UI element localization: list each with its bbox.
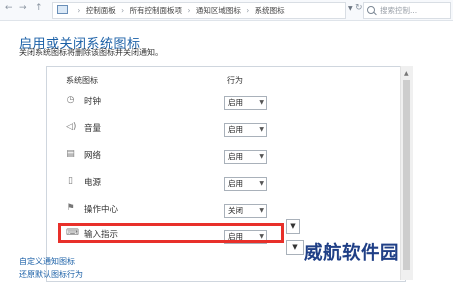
scroll-up-icon[interactable]: ▲ [404, 70, 409, 77]
search-icon [367, 6, 375, 14]
search-input[interactable]: 搜索控制... [363, 2, 451, 19]
power-icon: ▯ [68, 176, 73, 186]
chevron-down-icon: ▼ [259, 180, 264, 187]
breadcrumb-item-all-items[interactable]: 所有控制面板项 [130, 6, 183, 15]
chevron-down-icon[interactable]: ▼ [286, 219, 300, 234]
breadcrumb-item-system-icons[interactable]: 系统图标 [255, 6, 285, 15]
breadcrumb-item-control-panel[interactable]: 控制面板 [86, 6, 116, 15]
behavior-select-network[interactable]: 启用 ▼ [224, 150, 267, 164]
row-label-action-center: 操作中心 [84, 205, 119, 215]
behavior-value: 关闭 [228, 206, 243, 215]
up-button[interactable]: ↑ [35, 3, 43, 13]
chevron-down-icon[interactable]: ▼ [286, 240, 304, 255]
restore-default-behavior-link[interactable]: 还原默认图标行为 [19, 269, 83, 280]
forward-button[interactable]: → [19, 3, 27, 13]
breadcrumb-separator: › [187, 6, 191, 15]
behavior-value: 启用 [228, 125, 243, 134]
chevron-down-icon: ▼ [259, 207, 264, 214]
chevron-down-icon: ▼ [259, 153, 264, 160]
breadcrumb-separator: › [246, 6, 250, 15]
behavior-select-action-center[interactable]: 关闭 ▼ [224, 204, 267, 218]
address-toolbar: ← → ↑ › 控制面板 › 所有控制面板项 › 通知区域图标 › 系统图标 ▼… [0, 0, 453, 21]
customize-notification-icons-link[interactable]: 自定义通知图标 [19, 256, 75, 267]
breadcrumb-separator: › [77, 6, 81, 15]
row-label-clock: 时钟 [84, 97, 102, 107]
highlight-box [58, 223, 284, 243]
refresh-icon[interactable]: ↻ [355, 3, 363, 13]
watermark: 威航软件园 [304, 243, 400, 264]
history-dropdown-icon[interactable]: ▼ [348, 5, 353, 12]
network-icon: ▤ [66, 149, 75, 159]
behavior-select-clock[interactable]: 启用 ▼ [224, 96, 267, 110]
row-label-power: 电源 [84, 178, 102, 188]
back-button[interactable]: ← [5, 3, 13, 13]
breadcrumb-separator: › [121, 6, 125, 15]
behavior-select-power[interactable]: 启用 ▼ [224, 177, 267, 191]
chevron-down-icon: ▼ [259, 99, 264, 106]
behavior-select-volume[interactable]: 启用 ▼ [224, 123, 267, 137]
clock-icon: ◷ [66, 95, 75, 105]
flag-icon: ⚑ [66, 203, 75, 213]
control-panel-icon [57, 5, 68, 14]
column-header-behavior: 行为 [227, 76, 243, 85]
behavior-value: 启用 [228, 152, 243, 161]
behavior-value: 启用 [228, 98, 243, 107]
address-field[interactable]: › 控制面板 › 所有控制面板项 › 通知区域图标 › 系统图标 [52, 2, 346, 19]
scrollbar-thumb[interactable] [403, 80, 410, 270]
chevron-down-icon: ▼ [259, 126, 264, 133]
row-label-volume: 音量 [84, 124, 102, 134]
row-label-network: 网络 [84, 151, 102, 161]
breadcrumb-item-notification-icons[interactable]: 通知区域图标 [196, 6, 241, 15]
behavior-value: 启用 [228, 179, 243, 188]
search-placeholder: 搜索控制... [380, 6, 418, 15]
panel-scrollbar[interactable]: ▲ [400, 66, 413, 280]
page-subtitle: 关闭系统图标将删除该图标并关闭通知。 [19, 48, 163, 57]
column-header-icon: 系统图标 [66, 76, 98, 85]
volume-icon: ◁) [66, 122, 77, 132]
